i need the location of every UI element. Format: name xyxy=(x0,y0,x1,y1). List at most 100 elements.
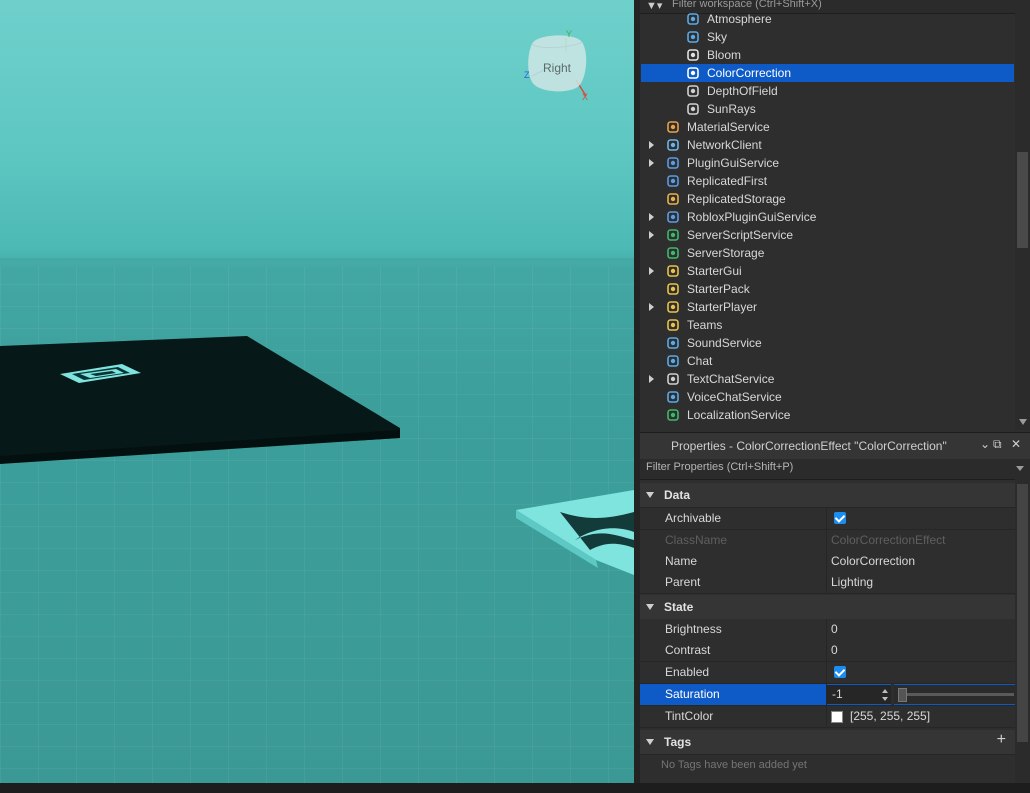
tree-item-serverstorage[interactable]: ServerStorage xyxy=(641,244,1014,262)
tree-item-robloxpluginguiservice[interactable]: RobloxPluginGuiService xyxy=(641,208,1014,226)
spin-up-icon[interactable] xyxy=(882,689,888,693)
tree-item-label: StarterPlayer xyxy=(687,300,758,314)
tree-item-chat[interactable]: Chat xyxy=(641,352,1014,370)
expand-arrow-icon[interactable] xyxy=(649,226,657,244)
prop-archivable[interactable]: Archivable xyxy=(640,508,1015,530)
tree-item-label: ServerScriptService xyxy=(687,228,794,242)
tree-item-serverscriptservice[interactable]: ServerScriptService xyxy=(641,226,1014,244)
prop-parent[interactable]: Parent Lighting xyxy=(640,572,1015,594)
prop-name: Archivable xyxy=(665,511,722,525)
tree-item-startergui[interactable]: StarterGui xyxy=(641,262,1014,280)
tree-item-pluginguiservice[interactable]: PluginGuiService xyxy=(641,154,1014,172)
saturation-input[interactable]: -1 xyxy=(827,684,891,705)
explorer-filter-input[interactable]: Filter workspace (Ctrl+Shift+X) xyxy=(672,0,822,10)
replicated-storage-icon xyxy=(666,192,680,206)
prop-contrast[interactable]: Contrast 0 xyxy=(640,640,1015,662)
parent-value-field[interactable]: Lighting xyxy=(831,572,873,593)
enabled-checkbox[interactable] xyxy=(834,666,846,678)
server-script-service-icon xyxy=(666,228,680,242)
scroll-down-icon[interactable] xyxy=(1019,419,1027,425)
explorer-scroll-thumb[interactable] xyxy=(1017,152,1028,248)
status-strip xyxy=(0,783,1030,793)
properties-title-bar: Properties - ColorCorrectionEffect "Colo… xyxy=(640,432,1030,459)
collapse-icon[interactable] xyxy=(646,739,654,745)
undock-icon[interactable]: ⧉ xyxy=(993,437,1002,452)
prop-name: Saturation xyxy=(665,687,720,701)
slider-handle[interactable] xyxy=(898,688,907,702)
expand-arrow-icon[interactable] xyxy=(649,208,657,226)
axis-x-label: X xyxy=(582,92,588,102)
brightness-value-field[interactable]: 0 xyxy=(831,619,838,640)
properties-scroll-thumb[interactable] xyxy=(1017,484,1028,742)
prop-value: ColorCorrectionEffect xyxy=(831,533,946,547)
tree-item-replicatedfirst[interactable]: ReplicatedFirst xyxy=(641,172,1014,190)
tree-item-starterpack[interactable]: StarterPack xyxy=(641,280,1014,298)
add-tag-icon[interactable]: + xyxy=(997,731,1006,749)
tree-item-label: DepthOfField xyxy=(707,84,778,98)
saturation-slider[interactable] xyxy=(894,684,1015,705)
tintcolor-value-field[interactable]: [255, 255, 255] xyxy=(850,706,930,727)
collapse-icon[interactable] xyxy=(646,604,654,610)
tree-item-soundservice[interactable]: SoundService xyxy=(641,334,1014,352)
properties-title: Properties - ColorCorrectionEffect "Colo… xyxy=(671,439,947,453)
slider-track xyxy=(904,693,1014,696)
tree-item-materialservice[interactable]: MaterialService xyxy=(641,118,1014,136)
no-tags-message: No Tags have been added yet xyxy=(661,759,807,771)
properties-filter-input[interactable]: Filter Properties (Ctrl+Shift+P) xyxy=(646,461,793,473)
prop-tintcolor[interactable]: TintColor [255, 255, 255] xyxy=(640,706,1015,728)
expand-arrow-icon[interactable] xyxy=(649,136,657,154)
tree-item-networkclient[interactable]: NetworkClient xyxy=(641,136,1014,154)
sky-icon xyxy=(686,30,700,44)
section-tags[interactable]: Tags + xyxy=(640,730,1015,755)
prop-name: Enabled xyxy=(665,665,710,679)
filter-dropdown-icon[interactable] xyxy=(1016,466,1024,471)
tree-item-depthoffield[interactable]: DepthOfField xyxy=(641,82,1014,100)
horizon xyxy=(0,258,634,266)
text-chat-service-icon xyxy=(666,372,680,386)
tree-item-colorcorrection[interactable]: ColorCorrection xyxy=(641,64,1014,82)
tree-item-bloom[interactable]: Bloom xyxy=(641,46,1014,64)
properties-panel: Properties - ColorCorrectionEffect "Colo… xyxy=(640,432,1030,783)
expand-arrow-icon[interactable] xyxy=(649,298,657,316)
prop-brightness[interactable]: Brightness 0 xyxy=(640,619,1015,641)
tree-item-localizationservice[interactable]: LocalizationService xyxy=(641,406,1014,424)
tree-item-sky[interactable]: Sky xyxy=(641,28,1014,46)
section-data[interactable]: Data xyxy=(640,483,1015,508)
tree-item-starterplayer[interactable]: StarterPlayer xyxy=(641,298,1014,316)
cyan-platform[interactable] xyxy=(516,490,634,575)
tree-item-label: Chat xyxy=(687,354,713,368)
localization-service-icon xyxy=(666,408,680,422)
tree-item-label: VoiceChatService xyxy=(687,390,782,404)
properties-filter-bar[interactable]: Filter Properties (Ctrl+Shift+P) xyxy=(640,459,1030,480)
spin-down-icon[interactable] xyxy=(882,697,888,701)
contrast-value-field[interactable]: 0 xyxy=(831,640,838,661)
section-state[interactable]: State xyxy=(640,595,1015,620)
color-swatch[interactable] xyxy=(831,711,843,723)
expand-arrow-icon[interactable] xyxy=(649,154,657,172)
tree-item-voicechatservice[interactable]: VoiceChatService xyxy=(641,388,1014,406)
bloom-icon xyxy=(686,48,700,62)
expand-arrow-icon[interactable] xyxy=(649,262,657,280)
chevron-down-icon[interactable]: ⌄ xyxy=(980,437,990,451)
tree-item-teams[interactable]: Teams xyxy=(641,316,1014,334)
expand-arrow-icon[interactable] xyxy=(649,370,657,388)
archivable-checkbox[interactable] xyxy=(834,512,846,524)
prop-name-row[interactable]: Name ColorCorrection xyxy=(640,551,1015,573)
tree-item-atmosphere[interactable]: Atmosphere xyxy=(641,10,1014,28)
tree-item-label: ReplicatedStorage xyxy=(687,192,786,206)
collapse-icon[interactable] xyxy=(646,492,654,498)
tree-item-sunrays[interactable]: SunRays xyxy=(641,100,1014,118)
tree-item-label: LocalizationService xyxy=(687,408,791,422)
prop-saturation[interactable]: Saturation -1 xyxy=(640,684,1015,706)
scene-objects[interactable] xyxy=(0,0,634,783)
plugin-gui-service-icon xyxy=(666,156,680,170)
tree-item-textchatservice[interactable]: TextChatService xyxy=(641,370,1014,388)
3d-viewport[interactable]: Y Z X Right xyxy=(0,0,634,783)
replicated-first-icon xyxy=(666,174,680,188)
prop-enabled[interactable]: Enabled xyxy=(640,662,1015,684)
saturation-value: -1 xyxy=(832,687,843,701)
tree-item-replicatedstorage[interactable]: ReplicatedStorage xyxy=(641,190,1014,208)
close-icon[interactable]: ✕ xyxy=(1011,437,1021,451)
name-value-field[interactable]: ColorCorrection xyxy=(831,551,915,572)
view-cube-gizmo[interactable]: Y Z X Right xyxy=(524,29,594,102)
